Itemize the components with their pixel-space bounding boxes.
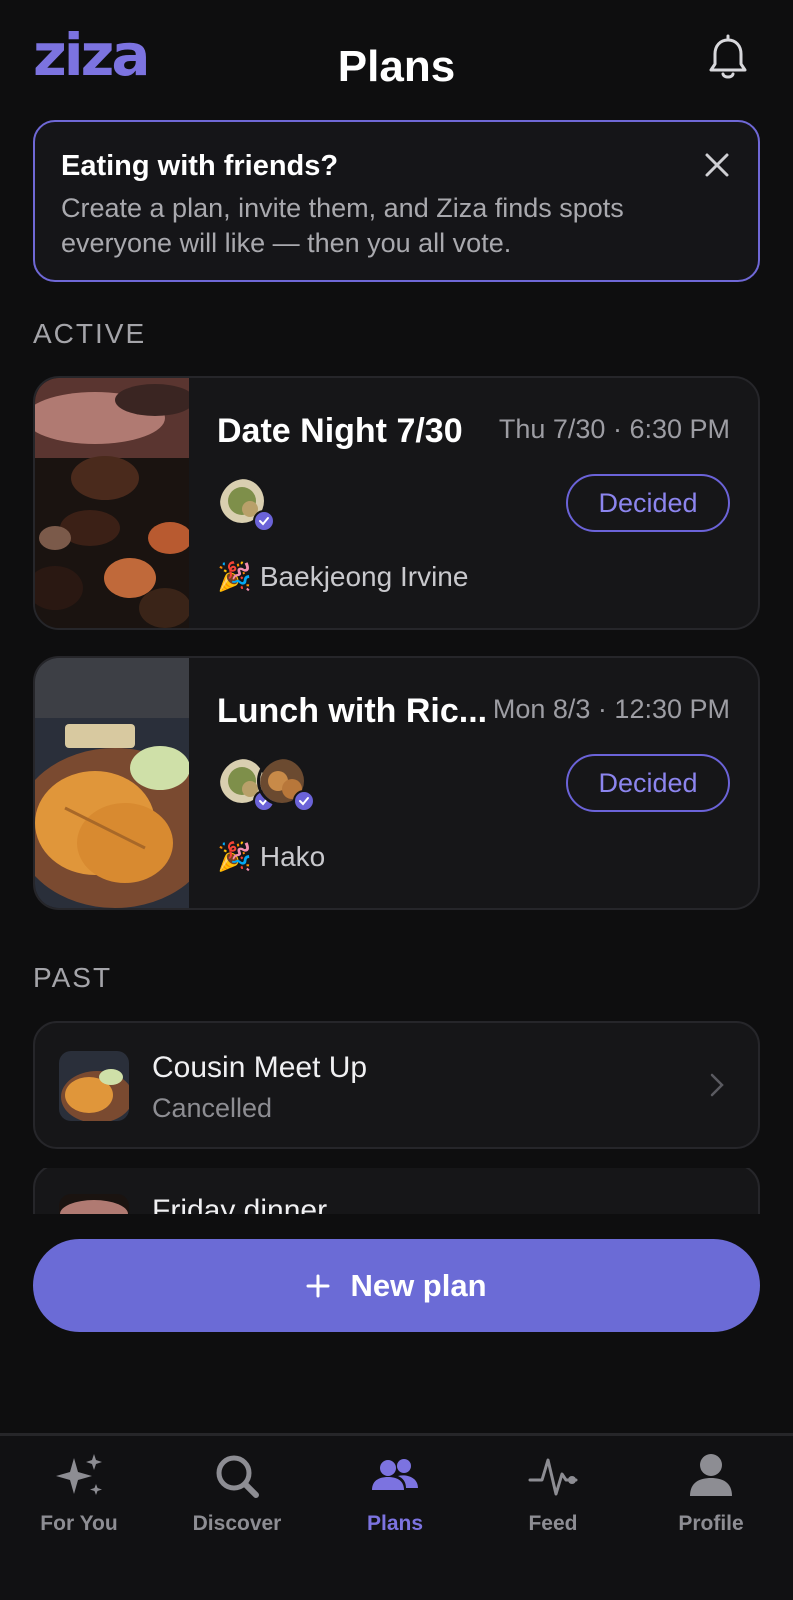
header: ziza Plans [0, 0, 793, 120]
past-plan-name: Cousin Meet Up [152, 1051, 368, 1084]
past-plan-friday-dinner[interactable]: Friday dinner [33, 1168, 760, 1214]
nav-item-discover[interactable]: Discover [158, 1450, 316, 1560]
plan-photo-bbq [35, 378, 189, 628]
venue-name: 🎉 Hako [217, 840, 325, 873]
sparkles-icon [56, 1454, 102, 1495]
party-icon: 🎉 [217, 561, 252, 592]
venue-name: 🎉 Baekjeong Irvine [217, 560, 468, 593]
status-badge: Decided [566, 754, 730, 812]
party-icon: 🎉 [217, 841, 252, 872]
close-icon[interactable] [704, 152, 730, 178]
check-badge-icon [293, 790, 315, 812]
nav-item-profile[interactable]: Profile [632, 1450, 790, 1560]
plan-thumbnail [59, 1194, 129, 1214]
nav-label: Feed [528, 1512, 578, 1535]
chevron-right-icon [710, 1073, 724, 1097]
person-icon [690, 1454, 732, 1496]
nav-label: Discover [192, 1512, 282, 1535]
past-plan-name: Friday dinner [152, 1194, 328, 1214]
past-plan-cousin-meet-up[interactable]: Cousin Meet Up Cancelled [33, 1021, 760, 1149]
new-plan-label: New plan [350, 1267, 487, 1303]
past-plan-status: Cancelled [152, 1093, 273, 1123]
info-banner: Eating with friends? Create a plan, invi… [33, 120, 760, 282]
nav-label: Profile [678, 1512, 744, 1535]
status-badge: Decided [566, 474, 730, 532]
nav-item-plans[interactable]: Plans [316, 1450, 474, 1560]
section-label-past: PAST [33, 962, 113, 993]
plan-thumbnail [59, 1051, 129, 1121]
nav-item-for-you[interactable]: For You [0, 1450, 158, 1560]
scroll-clip: Friday dinner [0, 1168, 793, 1214]
page-title: Plans [337, 42, 456, 91]
venue-label: Baekjeong Irvine [259, 561, 469, 592]
activity-icon [528, 1458, 578, 1496]
nav-label: For You [40, 1512, 118, 1535]
banner-title: Eating with friends? [61, 150, 339, 182]
people-icon [372, 1459, 418, 1490]
bell-icon[interactable] [706, 34, 750, 82]
section-label-active: ACTIVE [33, 318, 147, 349]
plan-time: Mon 8/3 · 12:30 PM [492, 694, 730, 724]
bottom-nav: For You Discover Plans Feed Profile [0, 1433, 793, 1600]
nav-item-feed[interactable]: Feed [474, 1450, 632, 1560]
nav-label: Plans [366, 1512, 424, 1535]
plan-time: Thu 7/30 · 6:30 PM [498, 414, 730, 444]
plan-photo-katsu [35, 658, 189, 908]
check-badge-icon [253, 510, 275, 532]
plan-title: Lunch with Ric... [217, 692, 488, 730]
plus-icon [306, 1274, 330, 1297]
plan-title: Date Night 7/30 [217, 412, 463, 450]
venue-label: Hako [259, 841, 326, 872]
plan-card-date-night[interactable]: Date Night 7/30 Thu 7/30 · 6:30 PM Decid… [33, 376, 760, 630]
new-plan-button[interactable]: New plan [33, 1239, 760, 1332]
banner-text: Create a plan, invite them, and Ziza fin… [61, 193, 624, 258]
search-icon [216, 1455, 259, 1498]
plan-card-lunch[interactable]: Lunch with Ric... Mon 8/3 · 12:30 PM Dec… [33, 656, 760, 910]
